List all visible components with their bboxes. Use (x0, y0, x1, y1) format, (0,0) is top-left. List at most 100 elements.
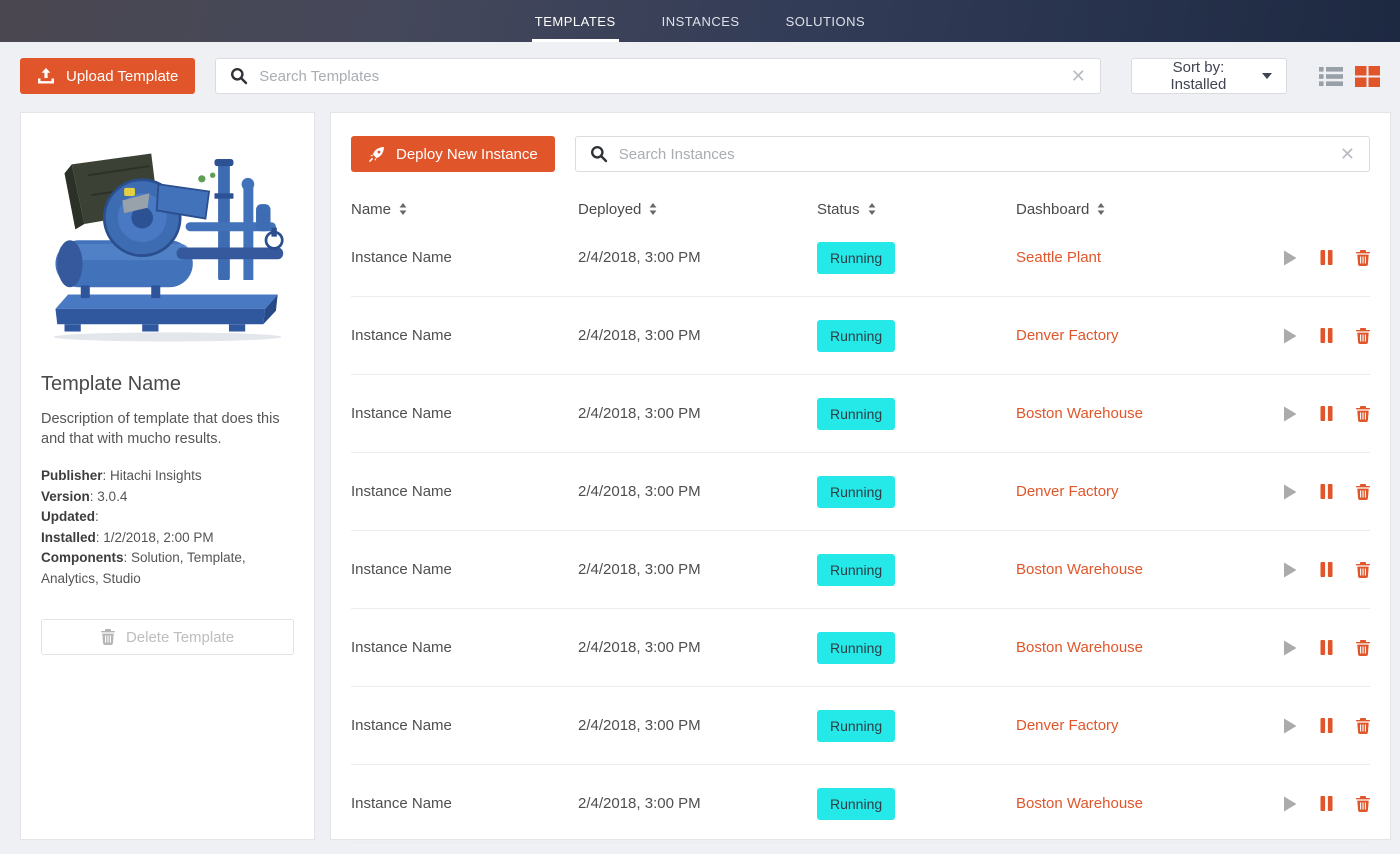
template-image (41, 119, 294, 357)
delete-instance-button[interactable] (1356, 562, 1370, 578)
instance-deployed: 2/4/2018, 3:00 PM (578, 249, 817, 266)
list-view-button[interactable] (1319, 67, 1343, 86)
template-name: Template Name (41, 373, 294, 396)
sort-by-dropdown[interactable]: Sort by: Installed (1131, 58, 1287, 94)
tab-templates[interactable]: TEMPLATES (532, 0, 619, 42)
dashboard-link[interactable]: Boston Warehouse (1016, 795, 1283, 812)
play-instance-button[interactable] (1283, 640, 1297, 656)
search-icon (590, 145, 608, 163)
instances-table: Name DeployedStatus Dashboard Instance Nam… (351, 199, 1370, 843)
sort-icon (649, 203, 657, 215)
tab-solutions[interactable]: SOLUTIONS (783, 0, 869, 42)
upload-template-label: Upload Template (66, 68, 178, 85)
template-meta-updated: Updated: (41, 507, 294, 528)
compressor-illustration (41, 122, 294, 354)
search-instances-input[interactable] (619, 146, 1326, 163)
dashboard-link[interactable]: Denver Factory (1016, 717, 1283, 734)
column-header-dashboard[interactable]: Dashboard (1016, 201, 1283, 218)
table-row: Instance Name2/4/2018, 3:00 PMRunningDen… (351, 297, 1370, 375)
template-meta-components: Components: Solution, Template, Analytic… (41, 548, 294, 589)
dashboard-link[interactable]: Seattle Plant (1016, 249, 1283, 266)
instance-name: Instance Name (351, 483, 578, 500)
templates-toolbar: Upload Template ✕ Sort by: Installed (0, 42, 1400, 110)
play-instance-button[interactable] (1283, 562, 1297, 578)
sort-icon (1097, 203, 1105, 215)
instance-name: Instance Name (351, 717, 578, 734)
pause-icon (1320, 328, 1333, 343)
instances-search-box: ✕ (575, 136, 1370, 172)
pause-icon (1320, 640, 1333, 655)
play-icon (1283, 796, 1297, 812)
instance-name: Instance Name (351, 327, 578, 344)
delete-instance-button[interactable] (1356, 328, 1370, 344)
clear-search-icon[interactable]: ✕ (1071, 67, 1086, 85)
play-instance-button[interactable] (1283, 406, 1297, 422)
pause-instance-button[interactable] (1320, 406, 1333, 421)
chevron-down-icon (1262, 73, 1272, 79)
trash-icon (1356, 796, 1370, 812)
play-icon (1283, 718, 1297, 734)
instance-name: Instance Name (351, 639, 578, 656)
meta-label: Installed (41, 530, 96, 545)
status-badge: Running (817, 398, 895, 430)
instance-deployed: 2/4/2018, 3:00 PM (578, 639, 817, 656)
instance-name: Instance Name (351, 405, 578, 422)
delete-instance-button[interactable] (1356, 796, 1370, 812)
column-header-name[interactable]: Name (351, 201, 578, 218)
dashboard-link[interactable]: Boston Warehouse (1016, 405, 1283, 422)
pause-instance-button[interactable] (1320, 484, 1333, 499)
top-nav: TEMPLATES INSTANCES SOLUTIONS (0, 0, 1400, 42)
template-card: Template Name Description of template th… (20, 112, 315, 840)
column-header-deployed[interactable]: Deployed (578, 201, 817, 218)
pause-instance-button[interactable] (1320, 718, 1333, 733)
delete-instance-button[interactable] (1356, 484, 1370, 500)
upload-template-button[interactable]: Upload Template (20, 58, 195, 94)
column-header-label: Status (817, 201, 860, 218)
search-templates-input[interactable] (259, 68, 1057, 85)
column-header-label: Name (351, 201, 391, 218)
pause-instance-button[interactable] (1320, 640, 1333, 655)
instance-deployed: 2/4/2018, 3:00 PM (578, 405, 817, 422)
dashboard-link[interactable]: Denver Factory (1016, 483, 1283, 500)
dashboard-link[interactable]: Denver Factory (1016, 327, 1283, 344)
play-instance-button[interactable] (1283, 250, 1297, 266)
pause-instance-button[interactable] (1320, 250, 1333, 265)
template-meta: Publisher: Hitachi InsightsVersion: 3.0.… (41, 466, 294, 589)
pause-instance-button[interactable] (1320, 328, 1333, 343)
delete-instance-button[interactable] (1356, 250, 1370, 266)
meta-value: Hitachi Insights (110, 468, 202, 483)
play-instance-button[interactable] (1283, 718, 1297, 734)
templates-search-box: ✕ (215, 58, 1101, 94)
nav-tabs: TEMPLATES INSTANCES SOLUTIONS (532, 0, 868, 42)
dashboard-link[interactable]: Boston Warehouse (1016, 639, 1283, 656)
play-instance-button[interactable] (1283, 484, 1297, 500)
column-header-status[interactable]: Status (817, 201, 1016, 218)
grid-view-button[interactable] (1355, 66, 1380, 87)
delete-instance-button[interactable] (1356, 406, 1370, 422)
rocket-icon (368, 146, 385, 163)
pause-icon (1320, 406, 1333, 421)
pause-icon (1320, 484, 1333, 499)
instance-name: Instance Name (351, 249, 578, 266)
instances-toolbar: Deploy New Instance ✕ (351, 136, 1370, 172)
status-badge: Running (817, 320, 895, 352)
play-instance-button[interactable] (1283, 796, 1297, 812)
tab-instances[interactable]: INSTANCES (659, 0, 743, 42)
delete-instance-button[interactable] (1356, 640, 1370, 656)
delete-template-button[interactable]: Delete Template (41, 619, 294, 655)
dashboard-link[interactable]: Boston Warehouse (1016, 561, 1283, 578)
instance-name: Instance Name (351, 795, 578, 812)
pause-icon (1320, 718, 1333, 733)
meta-label: Version (41, 489, 90, 504)
instance-deployed: 2/4/2018, 3:00 PM (578, 561, 817, 578)
instance-deployed: 2/4/2018, 3:00 PM (578, 717, 817, 734)
sort-by-label: Sort by: Installed (1146, 59, 1251, 93)
deploy-new-instance-button[interactable]: Deploy New Instance (351, 136, 555, 172)
pause-instance-button[interactable] (1320, 562, 1333, 577)
clear-search-icon[interactable]: ✕ (1340, 145, 1355, 163)
trash-icon (1356, 718, 1370, 734)
template-meta-version: Version: 3.0.4 (41, 487, 294, 508)
delete-instance-button[interactable] (1356, 718, 1370, 734)
pause-instance-button[interactable] (1320, 796, 1333, 811)
play-instance-button[interactable] (1283, 328, 1297, 344)
